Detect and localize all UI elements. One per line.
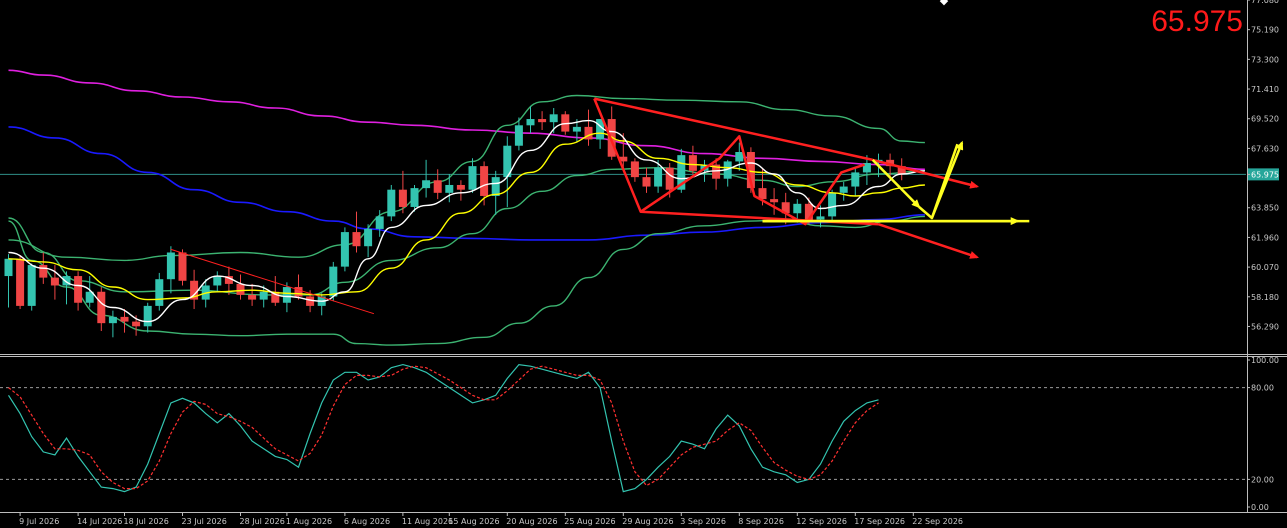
price-tick-label: 60.070 (1251, 263, 1279, 272)
stoch-tick-label: 100.00 (1251, 356, 1279, 365)
price-tick-label: 61.960 (1251, 233, 1279, 242)
candle-body-bearish (433, 180, 442, 193)
time-tick-label: 17 Sep 2026 (854, 517, 905, 526)
time-tick-label: 23 Jul 2026 (182, 517, 227, 526)
price-tick-label: 73.300 (1251, 55, 1279, 64)
candle-body-bullish (143, 305, 152, 327)
trading-chart[interactable]: 77.080 75.190 73.300 71.410 69.520 67.630 65.9… (0, 0, 1287, 528)
price-tick-label: 71.410 (1251, 85, 1279, 94)
time-tick-label: 11 Aug 2026 (402, 517, 453, 526)
stoch-tick-label: 20.00 (1251, 475, 1274, 484)
time-tick-label: 28 Jul 2026 (240, 517, 285, 526)
candle-body-bearish (630, 161, 639, 178)
time-tick-label: 15 Aug 2026 (448, 517, 499, 526)
candle-body-bullish (816, 216, 825, 220)
time-tick-label: 9 Jul 2026 (19, 517, 59, 526)
price-tick-label: 69.520 (1251, 115, 1279, 124)
candle-body-bearish (132, 321, 141, 327)
candle-body-bearish (178, 252, 187, 281)
candle-body-bullish (445, 184, 454, 193)
price-tick-label: 56.290 (1251, 322, 1279, 331)
time-tick-label: 1 Aug 2026 (286, 517, 332, 526)
candle-body-bearish (248, 294, 257, 300)
candle-body-bullish (387, 189, 396, 217)
time-tick-label: 6 Aug 2026 (344, 517, 390, 526)
candle-body-bullish (27, 265, 36, 306)
time-tick-label: 29 Aug 2026 (622, 517, 673, 526)
candle-body-bullish (851, 172, 860, 187)
time-tick-label: 22 Sep 2026 (912, 517, 963, 526)
candle-body-bullish (364, 228, 373, 247)
stoch-tick-label: 0.00 (1251, 503, 1269, 512)
price-tick-label: 77.080 (1251, 0, 1279, 5)
candle-body-bullish (329, 266, 338, 297)
candle-body-bullish (422, 180, 431, 189)
price-tick-label: 58.180 (1251, 293, 1279, 302)
candle-body-bearish (39, 265, 48, 278)
chart-background (0, 0, 1287, 528)
candle-body-bullish (735, 152, 744, 162)
candle-body-bullish (572, 126, 581, 132)
price-tick-label: 67.630 (1251, 144, 1279, 153)
candle-body-bullish (839, 186, 848, 193)
current-price-display: 65.975 (1151, 5, 1243, 38)
candle-body-bullish (4, 258, 13, 277)
candle-body-bearish (688, 155, 697, 171)
candle-body-bearish (398, 189, 407, 207)
time-tick-label: 18 Jul 2026 (124, 517, 169, 526)
candle-body-bullish (340, 232, 349, 267)
time-tick-label: 14 Jul 2026 (77, 517, 122, 526)
stoch-tick-label: 80.00 (1251, 384, 1274, 393)
current-price-tick-label: 65.975 (1251, 170, 1279, 179)
candle-body-bullish (375, 216, 384, 229)
candle-body-bullish (526, 119, 535, 126)
time-tick-label: 3 Sep 2026 (680, 517, 726, 526)
candle-body-bullish (213, 276, 222, 286)
candle-body-bullish (491, 177, 500, 196)
candle-body-bullish (468, 166, 477, 190)
candle-body-bullish (259, 291, 268, 300)
candle-body-bullish (828, 192, 837, 217)
time-tick-label: 25 Aug 2026 (564, 517, 615, 526)
candle-body-bullish (282, 287, 291, 303)
candle-body-bearish (120, 316, 129, 322)
candle-body-bearish (770, 199, 779, 203)
price-tick-label: 75.190 (1251, 26, 1279, 35)
top-marker-glyph: ◆ (940, 0, 949, 7)
candle-body-bullish (166, 252, 175, 280)
candle-body-bearish (538, 119, 547, 123)
candle-body-bullish (514, 125, 523, 146)
candle-body-bearish (642, 177, 651, 187)
candle-body-bullish (549, 114, 558, 123)
candle-body-bearish (74, 276, 83, 303)
time-tick-label: 20 Aug 2026 (506, 517, 557, 526)
candle-body-bearish (97, 291, 106, 324)
candle-body-bullish (410, 188, 419, 207)
candle-body-bearish (758, 188, 767, 200)
candle-body-bearish (352, 232, 361, 247)
candle-body-bearish (480, 166, 489, 196)
candle-body-bullish (155, 279, 164, 306)
time-tick-label: 12 Sep 2026 (796, 517, 847, 526)
candle-body-bullish (654, 167, 663, 187)
time-tick-label: 8 Sep 2026 (738, 517, 784, 526)
candle-body-bearish (456, 184, 465, 190)
candle-body-bullish (108, 316, 117, 324)
candle-body-bearish (236, 283, 245, 295)
candle-body-bearish (50, 277, 59, 286)
candle-body-bearish (665, 167, 674, 190)
price-tick-label: 63.850 (1251, 204, 1279, 213)
candle-body-bearish (16, 258, 25, 306)
candle-body-bullish (793, 203, 802, 214)
